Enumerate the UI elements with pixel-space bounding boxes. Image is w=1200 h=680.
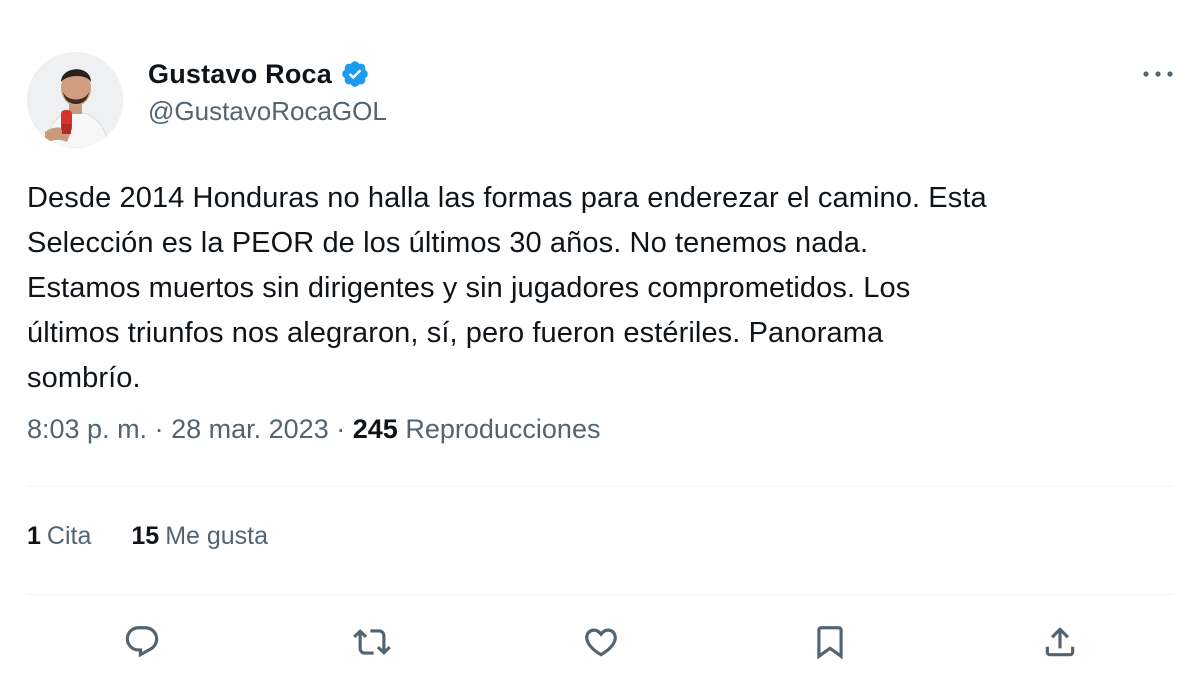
author-handle[interactable]: @GustavoRocaGOL xyxy=(148,96,387,127)
meta-separator: · xyxy=(336,414,346,444)
author-name-row: Gustavo Roca xyxy=(148,56,370,92)
likes-count: 15 xyxy=(131,522,160,550)
author-display-name[interactable]: Gustavo Roca xyxy=(148,59,332,90)
quotes-count: 1 xyxy=(27,522,41,550)
verified-badge-icon[interactable] xyxy=(340,59,370,89)
action-bar xyxy=(0,618,1200,666)
tweet-time[interactable]: 8:03 p. m. xyxy=(27,414,147,445)
tweet-card: Gustavo Roca @GustavoRocaGOL Desde 2014 … xyxy=(0,0,1200,680)
views-count: 245 xyxy=(352,414,398,444)
tweet-date[interactable]: 28 mar. 2023 xyxy=(171,414,329,445)
reply-icon[interactable] xyxy=(118,618,166,666)
avatar[interactable] xyxy=(27,52,123,148)
quotes-label: Cita xyxy=(46,522,92,550)
divider xyxy=(27,486,1173,487)
tweet-stats: 1 Cita 15 Me gusta xyxy=(27,522,268,551)
quotes-stat[interactable]: 1 Cita xyxy=(27,522,91,551)
views-label: Reproducciones xyxy=(405,414,601,444)
likes-label: Me gusta xyxy=(165,522,269,550)
likes-stat[interactable]: 15 Me gusta xyxy=(131,522,268,551)
retweet-icon[interactable] xyxy=(348,618,396,666)
more-options-icon[interactable] xyxy=(1138,60,1178,88)
share-icon[interactable] xyxy=(1036,618,1084,666)
divider xyxy=(27,594,1173,595)
bookmark-icon[interactable] xyxy=(806,618,854,666)
meta-separator: · xyxy=(154,414,164,444)
tweet-meta: 8:03 p. m. · 28 mar. 2023 · 245 Reproduc… xyxy=(27,414,600,445)
avatar-image xyxy=(27,52,123,148)
tweet-text: Desde 2014 Honduras no halla las formas … xyxy=(27,182,987,394)
like-icon[interactable] xyxy=(577,618,625,666)
